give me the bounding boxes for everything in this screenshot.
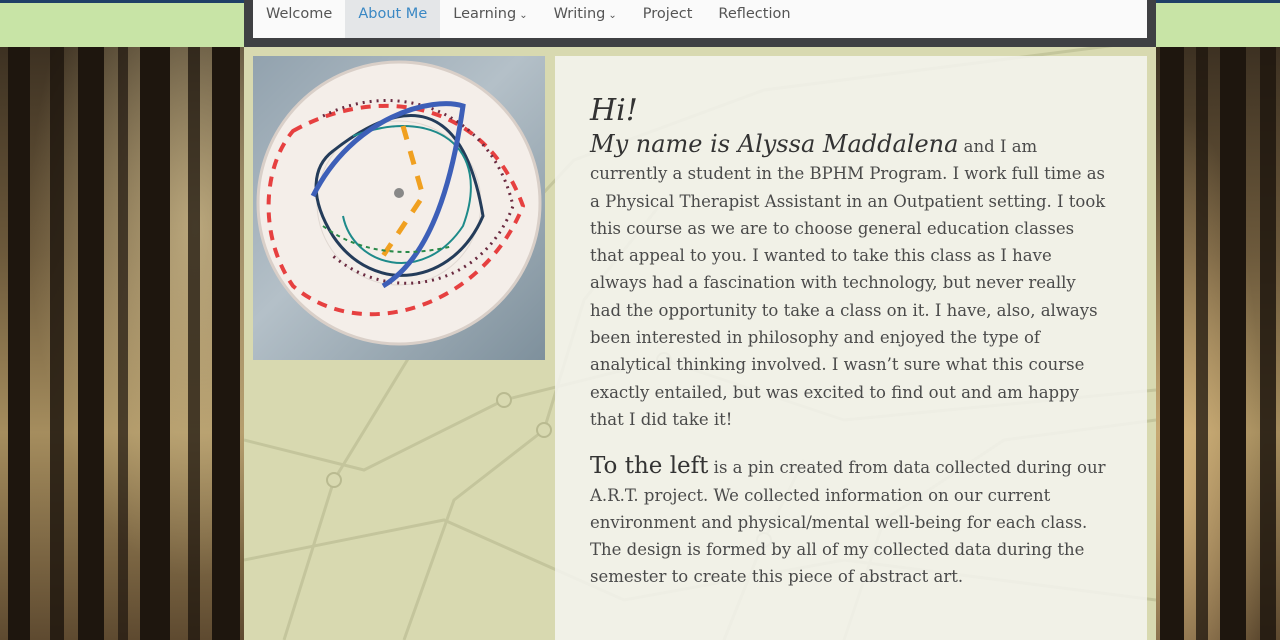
intro-body: and I am currently a student in the BPHM… (590, 137, 1106, 429)
pin-paragraph: To the left is a pin created from data c… (590, 453, 1110, 590)
forest-background-right (1156, 47, 1280, 640)
chevron-down-icon: ⌄ (519, 10, 528, 21)
intro-paragraph: My name is Alyssa Maddalena and I am cur… (590, 130, 1110, 433)
nav-item-reflection[interactable]: Reflection (705, 0, 803, 38)
nav-label: Welcome (266, 6, 333, 22)
nav-label: Writing (553, 6, 606, 22)
nav-item-writing[interactable]: Writing ⌄ (541, 0, 630, 38)
greeting-heading: Hi! (590, 93, 638, 128)
art-pin-image (253, 56, 545, 360)
pin-lead: To the left (590, 453, 709, 480)
about-me-card: Hi! My name is Alyssa Maddalena and I am… (555, 56, 1147, 640)
right-header-band (1156, 3, 1280, 47)
nav-label: Learning (453, 6, 517, 22)
main-nav: Welcome About Me Learning ⌄ Writing ⌄ Proj… (253, 0, 1147, 38)
navbar: Welcome About Me Learning ⌄ Writing ⌄ Proj… (244, 0, 1156, 47)
nav-label: About Me (358, 6, 428, 22)
content-column: Welcome About Me Learning ⌄ Writing ⌄ Proj… (244, 0, 1156, 640)
left-header-band (0, 3, 244, 47)
nav-item-learning[interactable]: Learning ⌄ (440, 0, 540, 38)
nav-label: Reflection (718, 6, 791, 22)
nav-item-about-me[interactable]: About Me (345, 0, 441, 38)
intro-name-lead: My name is Alyssa Maddalena (590, 130, 959, 158)
nav-label: Project (642, 6, 693, 22)
chevron-down-icon: ⌄ (608, 10, 617, 21)
forest-background-left (0, 47, 244, 640)
nav-item-welcome[interactable]: Welcome (253, 0, 345, 38)
nav-item-project[interactable]: Project (630, 0, 706, 38)
